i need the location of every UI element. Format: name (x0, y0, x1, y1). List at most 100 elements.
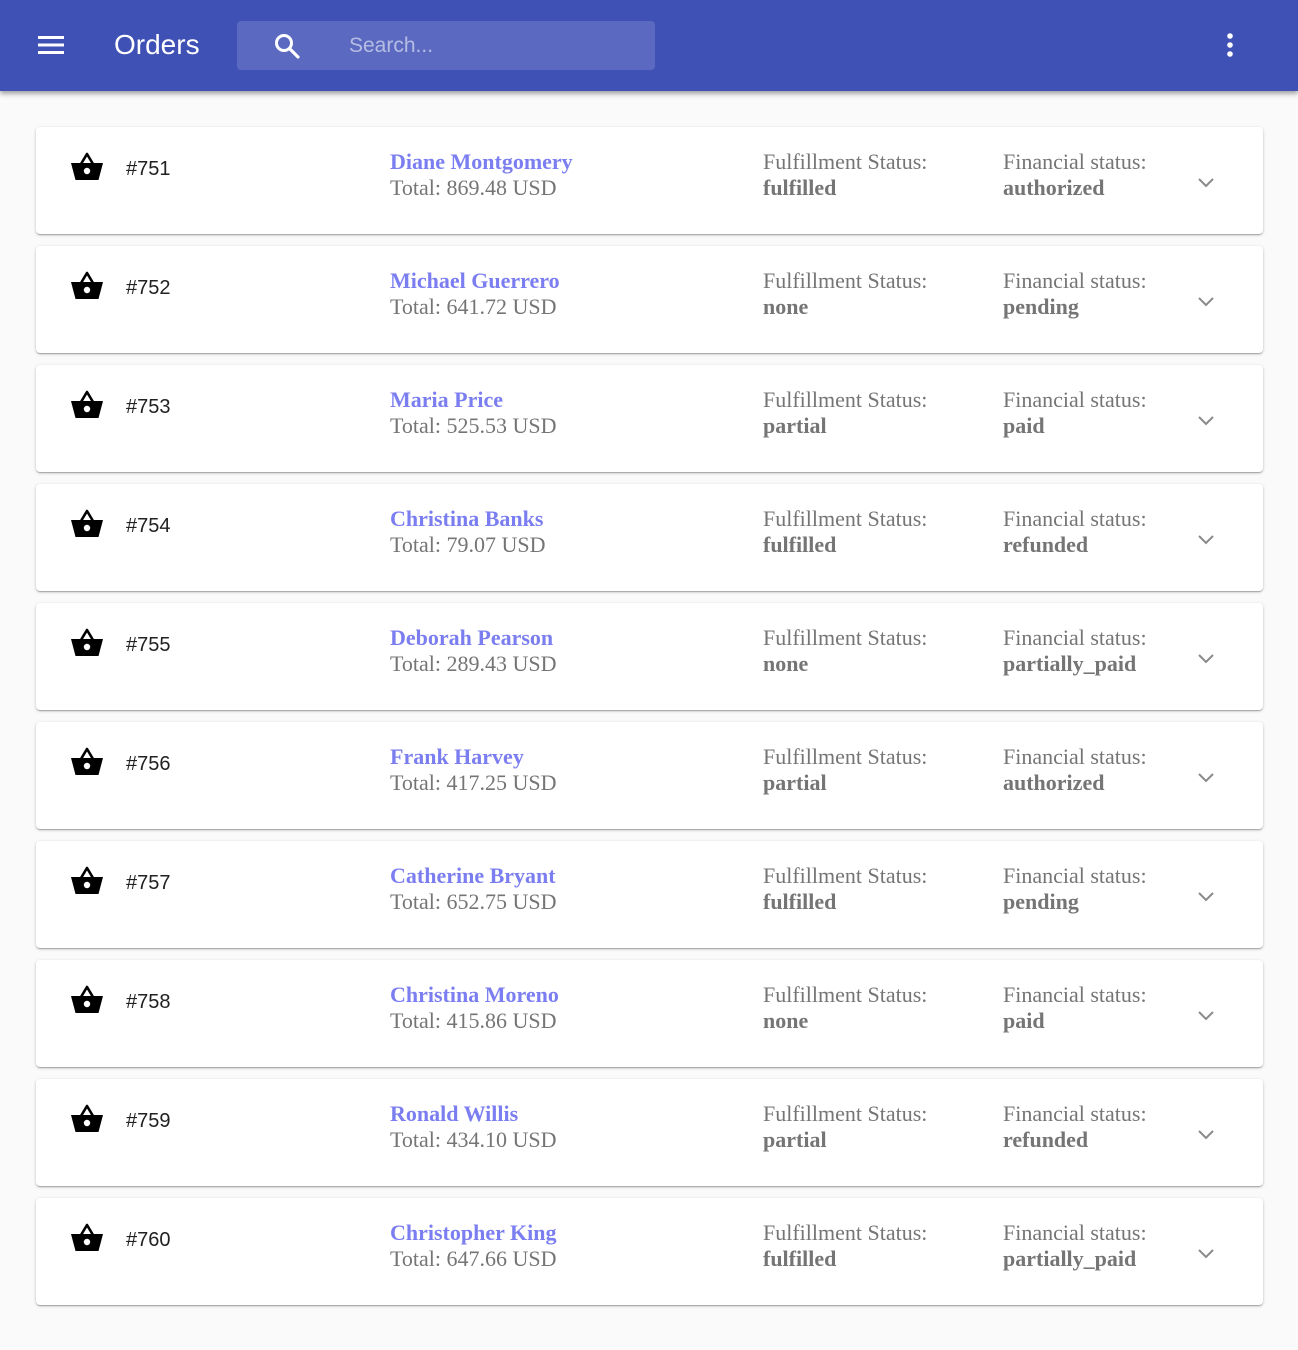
menu-button[interactable] (24, 20, 78, 70)
order-card[interactable]: #756 Frank Harvey Total: 417.25 USD Fulf… (36, 722, 1263, 829)
order-total: Total: 647.66 USD (390, 1246, 557, 1271)
financial-status-label: Financial status: (1003, 268, 1147, 293)
order-number: #759 (126, 1110, 171, 1132)
financial-status-value: authorized (1003, 770, 1105, 795)
order-total: Total: 434.10 USD (390, 1127, 557, 1152)
shopping-basket-icon (71, 152, 103, 180)
customer-name-link[interactable]: Christopher King (390, 1220, 556, 1246)
shopping-basket-icon (71, 628, 103, 656)
more-vertical-icon (1227, 33, 1233, 57)
expand-order-button[interactable] (1186, 758, 1226, 798)
fulfillment-status-value: none (763, 1008, 809, 1033)
customer-name-link[interactable]: Catherine Bryant (390, 863, 556, 889)
chevron-down-icon (1198, 654, 1214, 664)
fulfillment-status-value: none (763, 651, 809, 676)
order-card[interactable]: #758 Christina Moreno Total: 415.86 USD … (36, 960, 1263, 1067)
chevron-down-icon (1198, 1130, 1214, 1140)
fulfillment-status-value: partial (763, 770, 827, 795)
financial-status-label: Financial status: (1003, 625, 1147, 650)
fulfillment-status-value: partial (763, 1127, 827, 1152)
shopping-basket-icon (71, 1104, 103, 1132)
customer-name-link[interactable]: Deborah Pearson (390, 625, 553, 651)
search-box[interactable] (237, 21, 655, 70)
app-bar: Orders (0, 0, 1298, 91)
customer-name-link[interactable]: Diane Montgomery (390, 149, 573, 175)
customer-name-link[interactable]: Ronald Willis (390, 1101, 518, 1127)
shopping-basket-icon (71, 1223, 103, 1251)
expand-order-button[interactable] (1186, 520, 1226, 560)
customer-name-link[interactable]: Frank Harvey (390, 744, 524, 770)
order-card[interactable]: #753 Maria Price Total: 525.53 USD Fulfi… (36, 365, 1263, 472)
order-card[interactable]: #759 Ronald Willis Total: 434.10 USD Ful… (36, 1079, 1263, 1186)
order-number: #751 (126, 158, 171, 180)
chevron-down-icon (1198, 535, 1214, 545)
fulfillment-status-value: fulfilled (763, 889, 837, 914)
order-total: Total: 652.75 USD (390, 889, 557, 914)
order-card[interactable]: #760 Christopher King Total: 647.66 USD … (36, 1198, 1263, 1305)
fulfillment-status-label: Fulfillment Status: (763, 268, 928, 293)
order-total: Total: 641.72 USD (390, 294, 557, 319)
shopping-basket-icon (71, 747, 103, 775)
financial-status-value: authorized (1003, 175, 1105, 200)
fulfillment-status-label: Fulfillment Status: (763, 625, 928, 650)
order-number: #753 (126, 396, 171, 418)
financial-status-label: Financial status: (1003, 1101, 1147, 1126)
expand-order-button[interactable] (1186, 163, 1226, 203)
expand-order-button[interactable] (1186, 282, 1226, 322)
customer-name-link[interactable]: Christina Moreno (390, 982, 559, 1008)
financial-status-value: partially_paid (1003, 1246, 1137, 1271)
shopping-basket-icon (71, 985, 103, 1013)
expand-order-button[interactable] (1186, 1115, 1226, 1155)
fulfillment-status-value: none (763, 294, 809, 319)
financial-status-label: Financial status: (1003, 1220, 1147, 1245)
fulfillment-status-label: Fulfillment Status: (763, 744, 928, 769)
fulfillment-status-label: Fulfillment Status: (763, 1220, 928, 1245)
fulfillment-status-label: Fulfillment Status: (763, 982, 928, 1007)
fulfillment-status-value: fulfilled (763, 1246, 837, 1271)
shopping-basket-icon (71, 866, 103, 894)
financial-status-value: partially_paid (1003, 651, 1137, 676)
order-total: Total: 289.43 USD (390, 651, 557, 676)
customer-name-link[interactable]: Maria Price (390, 387, 503, 413)
order-number: #757 (126, 872, 171, 894)
chevron-down-icon (1198, 1249, 1214, 1259)
expand-order-button[interactable] (1186, 1234, 1226, 1274)
financial-status-label: Financial status: (1003, 744, 1147, 769)
order-total: Total: 525.53 USD (390, 413, 557, 438)
order-number: #755 (126, 634, 171, 656)
order-total: Total: 417.25 USD (390, 770, 557, 795)
order-card[interactable]: #755 Deborah Pearson Total: 289.43 USD F… (36, 603, 1263, 710)
order-card[interactable]: #752 Michael Guerrero Total: 641.72 USD … (36, 246, 1263, 353)
customer-name-link[interactable]: Christina Banks (390, 506, 543, 532)
expand-order-button[interactable] (1186, 639, 1226, 679)
fulfillment-status-label: Fulfillment Status: (763, 387, 928, 412)
chevron-down-icon (1198, 773, 1214, 783)
shopping-basket-icon (71, 390, 103, 418)
financial-status-label: Financial status: (1003, 149, 1147, 174)
financial-status-value: pending (1003, 889, 1079, 914)
order-number: #760 (126, 1229, 171, 1251)
fulfillment-status-label: Fulfillment Status: (763, 1101, 928, 1126)
expand-order-button[interactable] (1186, 996, 1226, 1036)
financial-status-value: pending (1003, 294, 1079, 319)
chevron-down-icon (1198, 178, 1214, 188)
order-card[interactable]: #751 Diane Montgomery Total: 869.48 USD … (36, 127, 1263, 234)
fulfillment-status-label: Fulfillment Status: (763, 863, 928, 888)
expand-order-button[interactable] (1186, 401, 1226, 441)
more-options-button[interactable] (1206, 20, 1254, 70)
order-number: #756 (126, 753, 171, 775)
order-number: #758 (126, 991, 171, 1013)
customer-name-link[interactable]: Michael Guerrero (390, 268, 560, 294)
order-card[interactable]: #754 Christina Banks Total: 79.07 USD Fu… (36, 484, 1263, 591)
financial-status-label: Financial status: (1003, 982, 1147, 1007)
expand-order-button[interactable] (1186, 877, 1226, 917)
chevron-down-icon (1198, 297, 1214, 307)
financial-status-label: Financial status: (1003, 506, 1147, 531)
financial-status-value: paid (1003, 1008, 1045, 1033)
financial-status-value: paid (1003, 413, 1045, 438)
order-card[interactable]: #757 Catherine Bryant Total: 652.75 USD … (36, 841, 1263, 948)
search-input[interactable] (349, 21, 639, 70)
order-number: #754 (126, 515, 171, 537)
fulfillment-status-value: fulfilled (763, 175, 837, 200)
order-total: Total: 869.48 USD (390, 175, 557, 200)
